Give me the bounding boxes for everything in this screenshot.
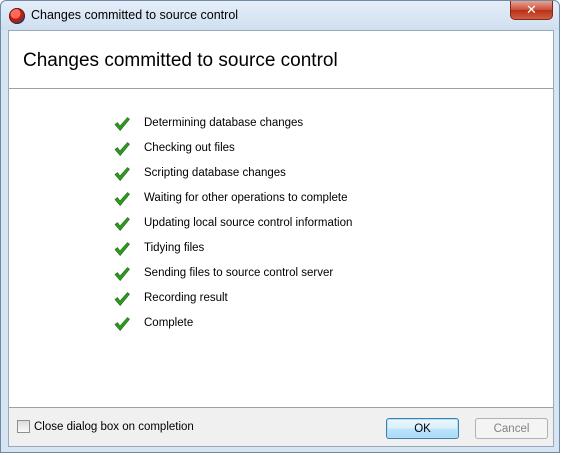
check-icon [114,192,130,206]
step-item: Updating local source control informatio… [113,215,352,240]
check-icon [114,267,130,281]
step-item: Complete [113,315,352,340]
progress-panel: Determining database changes Checking ou… [9,89,553,408]
step-item: Determining database changes [113,115,352,140]
close-on-completion-checkbox[interactable] [17,420,30,433]
close-on-completion-label: Close dialog box on completion [34,420,194,433]
page-title: Changes committed to source control [23,50,338,71]
close-on-completion-option[interactable]: Close dialog box on completion [17,420,194,433]
step-item: Sending files to source control server [113,265,352,290]
check-icon [114,142,130,156]
dialog-body: Changes committed to source control Dete… [8,30,554,447]
check-icon [114,292,130,306]
step-label: Checking out files [144,142,235,154]
step-label: Updating local source control informatio… [144,217,353,229]
step-item: Scripting database changes [113,165,352,190]
step-label: Sending files to source control server [144,267,334,279]
step-label: Determining database changes [144,117,304,129]
step-item: Tidying files [113,240,352,265]
step-list: Determining database changes Checking ou… [113,115,352,340]
header-panel: Changes committed to source control [9,31,553,89]
check-icon [114,217,130,231]
step-label: Complete [144,317,194,329]
step-label: Recording result [144,292,228,304]
check-icon [114,167,130,181]
step-label: Tidying files [144,242,205,254]
title-bar[interactable]: Changes committed to source control ✕ [1,1,559,30]
dialog-window: Changes committed to source control ✕ Ch… [0,0,560,453]
step-label: Scripting database changes [144,167,286,179]
check-icon [114,242,130,256]
cancel-button[interactable]: Cancel [475,418,548,439]
ok-button[interactable]: OK [386,418,459,439]
check-icon [114,117,130,131]
close-button[interactable]: ✕ [510,1,553,20]
app-logo-icon [9,8,25,24]
step-label: Waiting for other operations to complete [144,192,348,204]
close-icon: ✕ [526,2,537,17]
step-item: Recording result [113,290,352,315]
step-item: Checking out files [113,140,352,165]
step-item: Waiting for other operations to complete [113,190,352,215]
window-title: Changes committed to source control [31,8,239,22]
check-icon [114,317,130,331]
footer-bar: Close dialog box on completion OK Cancel [9,408,553,446]
